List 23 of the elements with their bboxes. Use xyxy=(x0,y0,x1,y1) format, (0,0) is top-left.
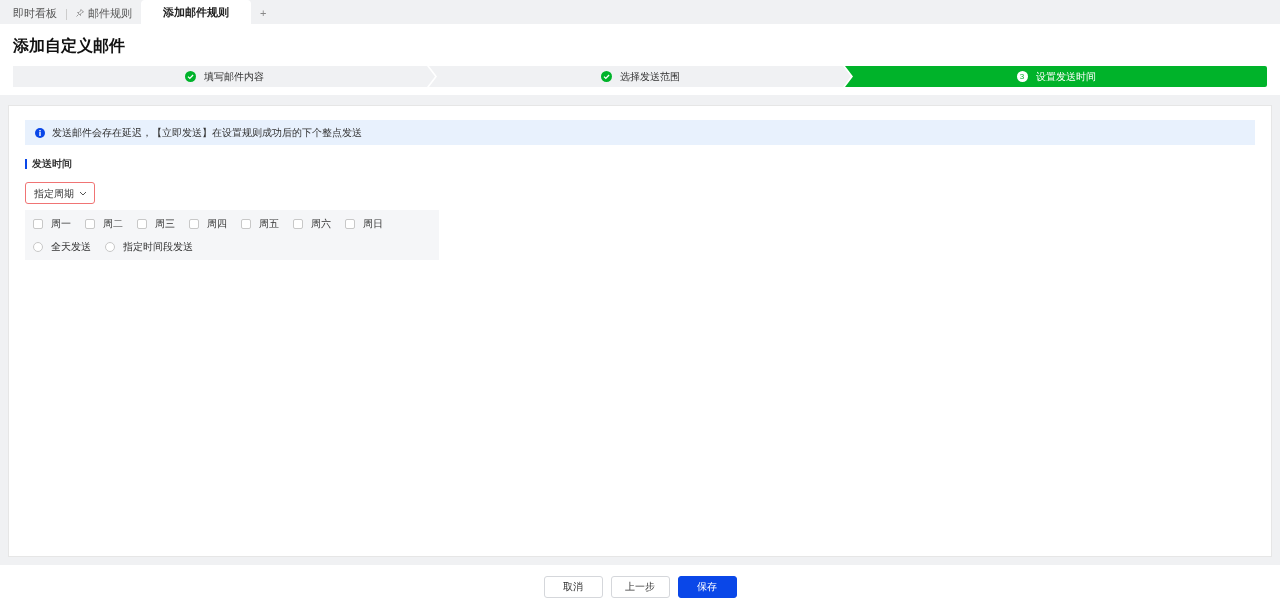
radio-label: 全天发送 xyxy=(51,240,91,254)
step-label: 设置发送时间 xyxy=(1035,70,1096,84)
notice-text: 发送邮件会存在延迟，【立即发送】在设置规则成功后的下个整点发送 xyxy=(52,126,362,140)
checkbox-label: 周四 xyxy=(207,217,227,231)
section-title: 发送时间 xyxy=(25,159,72,169)
period-select[interactable]: 指定周期 xyxy=(25,182,95,204)
checkbox-label: 周三 xyxy=(155,217,175,231)
checkbox-label: 周一 xyxy=(51,217,71,231)
step-label: 选择发送范围 xyxy=(619,70,680,84)
page-title: 添加自定义邮件 xyxy=(13,36,126,56)
tab[interactable]: 添加邮件规则 xyxy=(141,0,251,24)
radio-label: 指定时间段发送 xyxy=(123,240,193,254)
checkbox-label: 周二 xyxy=(103,217,123,231)
step-label: 填写邮件内容 xyxy=(203,70,264,84)
tab[interactable]: 即时看板 xyxy=(4,2,66,24)
checkbox-label: 周六 xyxy=(311,217,331,231)
tab[interactable]: 邮件规则 xyxy=(67,2,141,24)
step-number: 3 xyxy=(1016,71,1028,82)
footer-button[interactable]: 取消 xyxy=(543,575,603,598)
checkbox-label: 周日 xyxy=(363,217,383,231)
footer-button[interactable]: 上一步 xyxy=(610,575,670,598)
checkbox-label: 周五 xyxy=(259,217,279,231)
save-button[interactable]: 保存 xyxy=(677,575,737,598)
